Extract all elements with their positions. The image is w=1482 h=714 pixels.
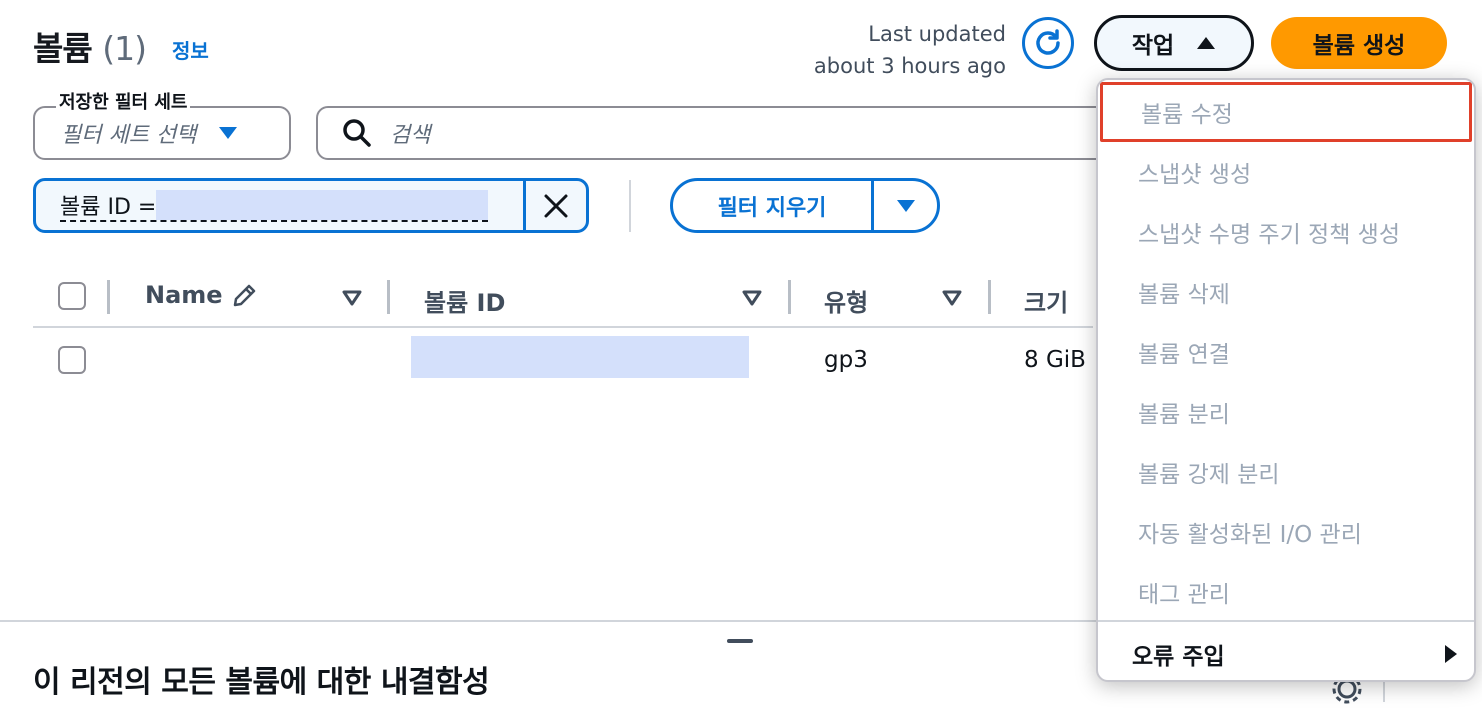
resize-handle[interactable] xyxy=(727,639,753,643)
search-placeholder: 검색 xyxy=(390,123,431,148)
column-separator xyxy=(107,280,110,314)
menu-separator xyxy=(1098,620,1474,622)
caret-up-icon xyxy=(1197,37,1216,49)
menu-item-manage-auto-enabled-io[interactable]: 자동 활성화된 I/O 관리 xyxy=(1098,502,1474,562)
page-title: 볼륨 (1) xyxy=(33,22,147,70)
actions-button-label: 작업 xyxy=(1131,33,1175,59)
redacted-volume-id xyxy=(156,189,489,220)
column-header-volume-id[interactable]: 볼륨 ID xyxy=(424,283,505,318)
menu-item-force-detach-volume[interactable]: 볼륨 강제 분리 xyxy=(1098,442,1474,502)
sort-down-icon[interactable] xyxy=(742,290,762,306)
saved-filter-set-placeholder: 필터 세트 선택 xyxy=(61,123,197,148)
column-header-size[interactable]: 크기 xyxy=(1024,283,1068,318)
page-title-text: 볼륨 xyxy=(33,29,93,68)
filter-token-label[interactable]: 볼륨 ID = xyxy=(36,181,523,230)
menu-item-create-snapshot-lifecycle-policy[interactable]: 스냅샷 수명 주기 정책 생성 xyxy=(1098,202,1474,262)
select-all-checkbox[interactable] xyxy=(58,282,86,310)
last-updated-time: about 3 hours ago xyxy=(813,54,1006,78)
column-header-name[interactable]: Name xyxy=(145,281,259,309)
row-size: 8 GiB xyxy=(1024,347,1086,373)
column-header-name-label: Name xyxy=(145,281,223,309)
column-separator xyxy=(988,280,991,314)
row-checkbox[interactable] xyxy=(58,346,86,374)
filter-divider xyxy=(629,180,631,232)
refresh-button[interactable] xyxy=(1022,17,1074,69)
refresh-icon xyxy=(1036,29,1060,55)
filter-token[interactable]: 볼륨 ID = xyxy=(33,178,589,233)
close-icon xyxy=(544,194,568,217)
last-updated-label: Last updated xyxy=(868,22,1006,46)
redacted-volume-id-cell[interactable] xyxy=(411,336,749,378)
filter-token-text: 볼륨 ID = xyxy=(60,194,157,220)
volume-count: (1) xyxy=(102,29,147,68)
pencil-icon xyxy=(233,284,255,307)
menu-item-create-snapshot[interactable]: 스냅샷 생성 xyxy=(1098,142,1474,202)
menu-item-fault-injection-label: 오류 주입 xyxy=(1132,644,1225,670)
split-panel-divider xyxy=(0,620,1100,622)
search-input[interactable]: 검색 xyxy=(316,106,1116,160)
column-separator xyxy=(387,280,390,314)
saved-filter-set-select[interactable]: 필터 세트 선택 xyxy=(33,106,291,160)
fault-tolerance-title: 이 리전의 모든 볼륨에 대한 내결함성 xyxy=(33,665,490,700)
menu-item-detach-volume[interactable]: 볼륨 분리 xyxy=(1098,382,1474,442)
menu-item-fault-injection[interactable]: 오류 주입 xyxy=(1098,624,1474,680)
info-link[interactable]: 정보 xyxy=(172,35,209,64)
sort-down-icon[interactable] xyxy=(942,290,962,306)
menu-item-manage-tags[interactable]: 태그 관리 xyxy=(1098,562,1474,622)
menu-item-modify-volume[interactable]: 볼륨 수정 xyxy=(1100,82,1472,142)
clear-filters-button[interactable]: 필터 지우기 xyxy=(673,181,871,230)
search-icon xyxy=(343,119,371,147)
actions-menu: 볼륨 수정 스냅샷 생성 스냅샷 수명 주기 정책 생성 볼륨 삭제 볼륨 연결… xyxy=(1096,78,1476,682)
remove-filter-button[interactable] xyxy=(523,181,586,230)
sort-down-icon[interactable] xyxy=(342,290,362,306)
menu-item-attach-volume[interactable]: 볼륨 연결 xyxy=(1098,322,1474,382)
last-updated-text: Last updated about 3 hours ago xyxy=(814,18,1006,82)
saved-filter-set-label: 저장한 필터 세트 xyxy=(56,88,191,114)
create-volume-button[interactable]: 볼륨 생성 xyxy=(1271,17,1447,69)
menu-item-delete-volume[interactable]: 볼륨 삭제 xyxy=(1098,262,1474,322)
row-type: gp3 xyxy=(824,347,868,373)
column-separator xyxy=(788,280,791,314)
clear-filters-button-group: 필터 지우기 xyxy=(670,178,940,233)
caret-down-icon xyxy=(896,199,915,212)
caret-down-icon xyxy=(219,127,238,139)
actions-button[interactable]: 작업 xyxy=(1094,15,1254,71)
caret-right-icon xyxy=(1445,645,1457,663)
clear-filters-dropdown-button[interactable] xyxy=(871,181,937,230)
column-header-type[interactable]: 유형 xyxy=(824,283,868,318)
